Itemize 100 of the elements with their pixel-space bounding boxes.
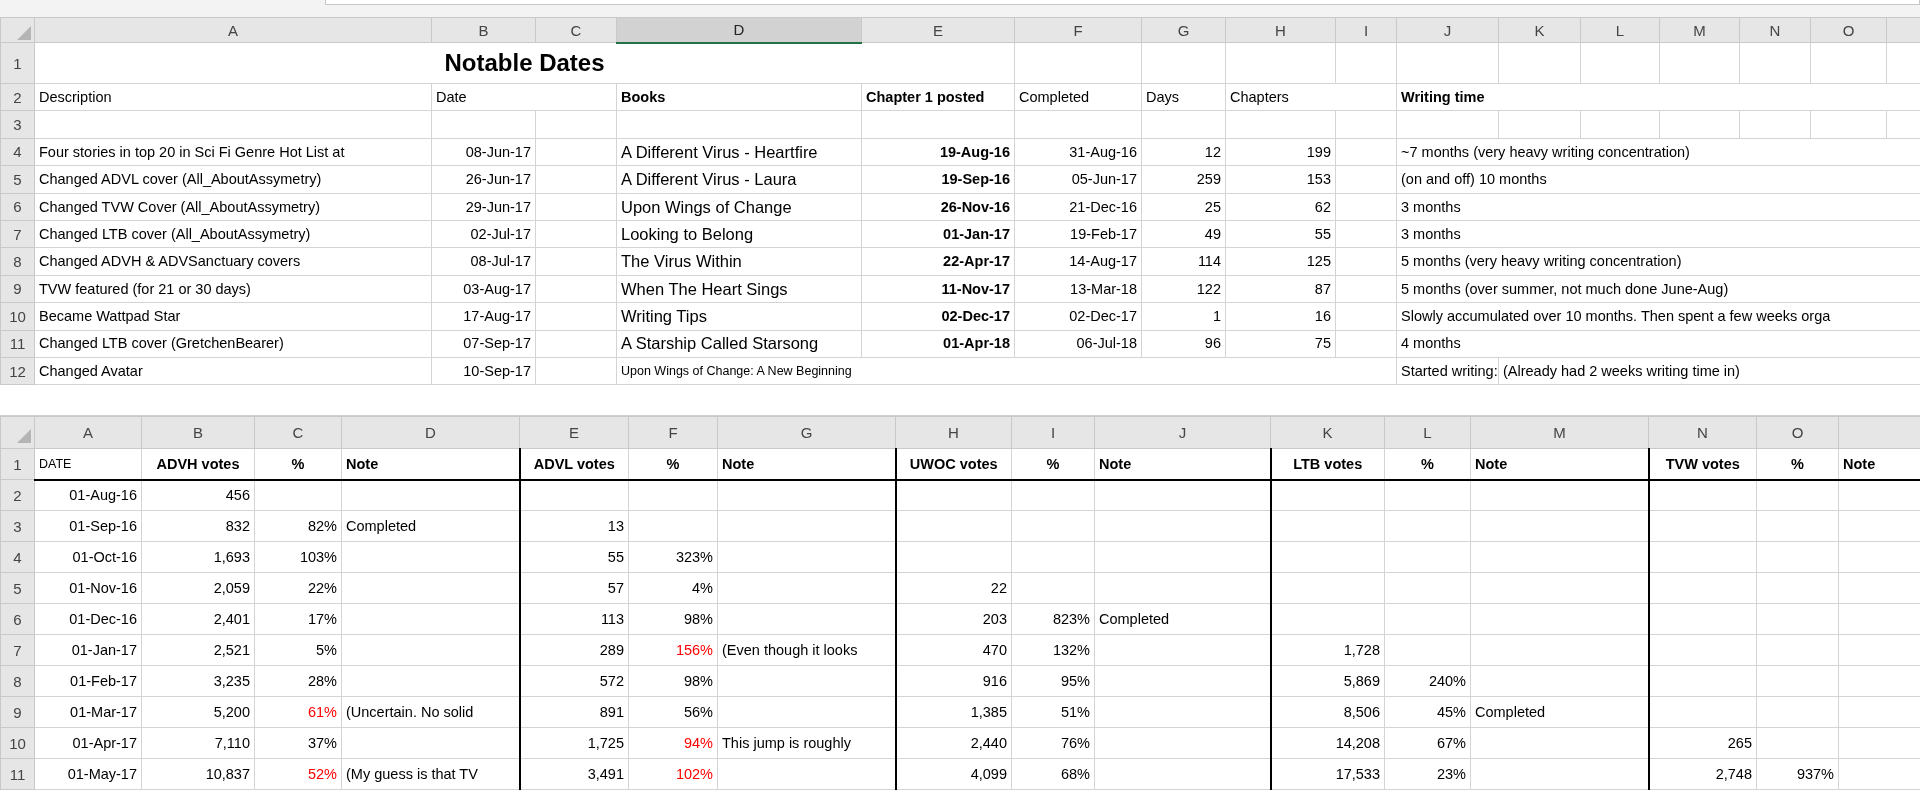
table-cell: Changed LTB cover (GretchenBearer)	[34, 330, 432, 358]
table-cell: 153	[1225, 165, 1336, 194]
row-header[interactable]: 4	[0, 138, 35, 166]
row-header[interactable]: 9	[0, 275, 35, 303]
row-header[interactable]: 7	[0, 220, 35, 248]
table-cell: 240%	[1384, 665, 1471, 697]
table-cell: 67%	[1384, 727, 1471, 759]
column-header[interactable]: M	[1659, 17, 1740, 43]
table-cell: Writing Tips	[616, 302, 862, 330]
table-cell: 82%	[254, 510, 342, 542]
row-header[interactable]: 3	[0, 110, 35, 139]
row-header[interactable]: 3	[0, 510, 35, 542]
table-cell: 8,506	[1270, 696, 1385, 728]
table-cell: 2,401	[141, 603, 255, 635]
column-header[interactable]: D	[616, 17, 862, 43]
row-header[interactable]: 5	[0, 165, 35, 194]
column-header[interactable]: N	[1739, 17, 1811, 43]
table-cell: A Different Virus - Heartfire	[616, 138, 862, 166]
table-cell: The Virus Within	[616, 247, 862, 276]
table-cell: 4,099	[895, 758, 1012, 790]
table-cell: 470	[895, 634, 1012, 666]
select-all-corner-icon[interactable]	[17, 428, 31, 443]
row-header[interactable]: 2	[0, 83, 35, 111]
column-header[interactable]: A	[34, 17, 432, 43]
column-header[interactable]: J	[1094, 416, 1271, 449]
column-header[interactable]: F	[628, 416, 718, 449]
table-cell: 122	[1141, 275, 1226, 303]
row-header[interactable]: 12	[0, 357, 35, 385]
select-all-corner-icon[interactable]	[17, 26, 31, 40]
row-header[interactable]: 11	[0, 330, 35, 358]
column-header[interactable]: I	[1011, 416, 1095, 449]
table-cell: 259	[1141, 165, 1226, 194]
table-cell: 52%	[254, 758, 342, 790]
column-header[interactable]: D	[341, 416, 520, 449]
column-header[interactable]: I	[1335, 17, 1397, 43]
row-header[interactable]: 1	[0, 448, 35, 480]
table-cell: 3,491	[519, 758, 629, 790]
column-header[interactable]: L	[1384, 416, 1471, 449]
column-header[interactable]: H	[895, 416, 1012, 449]
column-header[interactable]: K	[1498, 17, 1581, 43]
table-cell: 23%	[1384, 758, 1471, 790]
table-cell: 572	[519, 665, 629, 697]
row-header[interactable]: 1	[0, 42, 35, 84]
column-header[interactable]: G	[1141, 17, 1226, 43]
row-header[interactable]: 4	[0, 541, 35, 573]
row-header[interactable]: 10	[0, 727, 35, 759]
column-header[interactable]: B	[431, 17, 536, 43]
table-cell: 96	[1141, 330, 1226, 358]
column-header[interactable]: M	[1470, 416, 1649, 449]
column-header[interactable]: A	[34, 416, 142, 449]
table-cell: A Starship Called Starsong	[616, 330, 862, 358]
column-heading: Days	[1141, 83, 1226, 111]
table-cell: 5,869	[1270, 665, 1385, 697]
row-header[interactable]: 11	[0, 758, 35, 790]
column-header[interactable]: O	[1756, 416, 1839, 449]
column-header[interactable]: E	[519, 416, 629, 449]
table-cell: 937%	[1756, 758, 1839, 790]
column-header[interactable]: E	[861, 17, 1015, 43]
column-header[interactable]: F	[1014, 17, 1142, 43]
column-header[interactable]: C	[254, 416, 342, 449]
column-header[interactable]: B	[141, 416, 255, 449]
table-cell: Changed LTB cover (All_AboutAssymetry)	[34, 220, 432, 248]
table-cell: Started writing:	[1396, 357, 1499, 385]
column-header[interactable]: L	[1580, 17, 1660, 43]
table-cell: A Different Virus - Laura	[616, 165, 862, 194]
table-cell: 10,837	[141, 758, 255, 790]
row-header[interactable]: 2	[0, 479, 35, 511]
row-header[interactable]: 8	[0, 247, 35, 276]
row-header[interactable]: 10	[0, 302, 35, 330]
table-cell: 13-Mar-18	[1014, 275, 1142, 303]
row-header[interactable]: 6	[0, 603, 35, 635]
column-header[interactable]: O	[1810, 17, 1887, 43]
sheet-title: Notable Dates	[34, 42, 1015, 84]
table-cell: 55	[1225, 220, 1336, 248]
column-header[interactable]: J	[1396, 17, 1499, 43]
table-cell: 01-Apr-17	[34, 727, 142, 759]
column-heading: Completed	[1014, 83, 1142, 111]
table-cell: Upon Wings of Change: A New Beginning	[616, 357, 1397, 385]
table-cell: Changed ADVL cover (All_AboutAssymetry)	[34, 165, 432, 194]
column-header[interactable]: C	[535, 17, 617, 43]
column-header[interactable]: H	[1225, 17, 1336, 43]
row-header[interactable]: 6	[0, 193, 35, 221]
table-cell: 17%	[254, 603, 342, 635]
column-heading: Chapter 1 posted	[861, 83, 1015, 111]
row-header[interactable]: 8	[0, 665, 35, 697]
row-header[interactable]: 9	[0, 696, 35, 728]
row-header[interactable]: 7	[0, 634, 35, 666]
column-header[interactable]: N	[1648, 416, 1757, 449]
column-header[interactable]: G	[717, 416, 896, 449]
table-cell: 98%	[628, 665, 718, 697]
table-cell: 17,533	[1270, 758, 1385, 790]
table-cell: 55	[519, 541, 629, 573]
table-cell: 1,728	[1270, 634, 1385, 666]
row-header[interactable]: 5	[0, 572, 35, 604]
table-cell: 2,059	[141, 572, 255, 604]
column-header[interactable]: K	[1270, 416, 1385, 449]
table-cell: 29-Jun-17	[431, 193, 536, 221]
table-cell: 1,693	[141, 541, 255, 573]
table-cell: 28%	[254, 665, 342, 697]
table-cell: Changed TVW Cover (All_AboutAssymetry)	[34, 193, 432, 221]
